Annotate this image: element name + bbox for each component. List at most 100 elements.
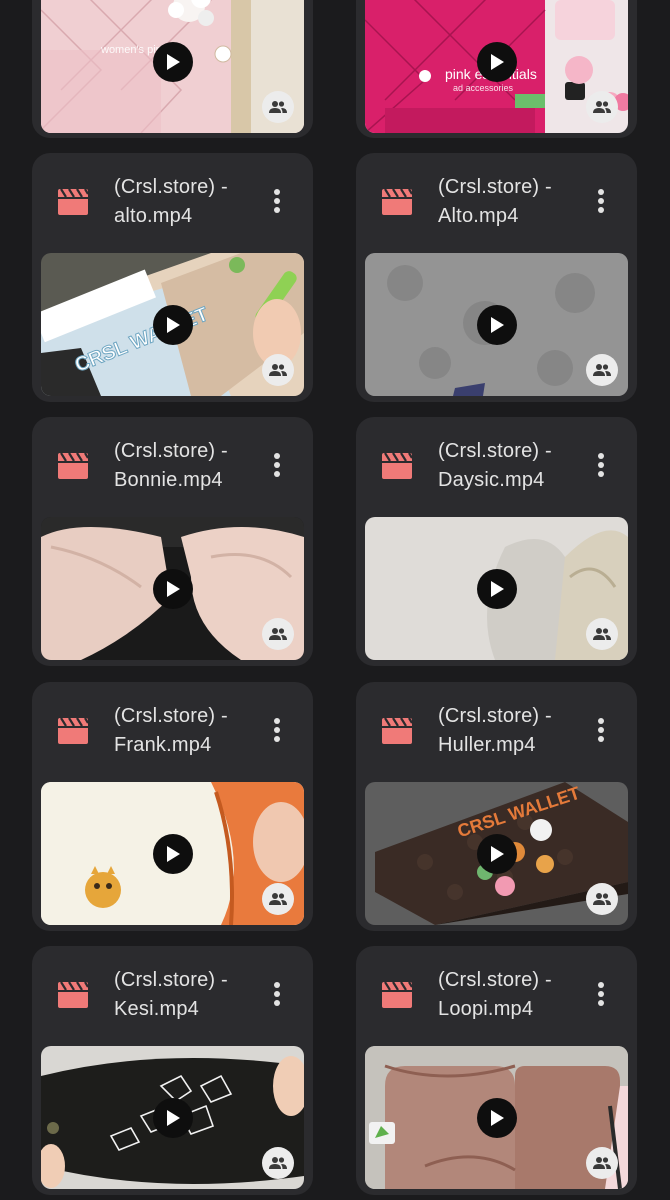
play-icon xyxy=(166,580,180,597)
more-options-button[interactable] xyxy=(259,976,295,1012)
file-card-partial-left[interactable]: women's pink · · · xyxy=(32,0,313,138)
play-icon xyxy=(490,1109,504,1126)
play-icon xyxy=(166,316,180,333)
more-options-button[interactable] xyxy=(259,183,295,219)
play-button[interactable] xyxy=(476,41,517,82)
more-vert-icon xyxy=(274,453,280,477)
more-options-button[interactable] xyxy=(583,183,619,219)
shared-people-icon xyxy=(593,628,611,640)
play-button[interactable] xyxy=(152,568,193,609)
file-card-header: (Crsl.store) - Kesi.mp4 xyxy=(32,946,313,1042)
shared-people-icon xyxy=(269,628,287,640)
file-name: (Crsl.store) - alto.mp4 xyxy=(114,176,228,227)
video-thumbnail[interactable]: CRSL WALLET xyxy=(41,253,304,396)
video-clapper-icon xyxy=(382,188,413,215)
video-clapper-icon xyxy=(58,717,89,744)
shared-people-icon xyxy=(593,101,611,113)
play-button[interactable] xyxy=(476,1097,517,1138)
play-icon xyxy=(166,845,180,862)
play-button[interactable] xyxy=(476,568,517,609)
video-thumbnail[interactable] xyxy=(41,782,304,925)
file-card-header: (Crsl.store) - Frank.mp4 xyxy=(32,682,313,778)
file-name: (Crsl.store) - Daysic.mp4 xyxy=(438,440,552,491)
play-icon xyxy=(490,316,504,333)
file-card[interactable]: (Crsl.store) - Alto.mp4 xyxy=(356,153,637,402)
video-thumbnail[interactable] xyxy=(365,253,628,396)
video-thumbnail[interactable]: CRSL WALLET xyxy=(365,782,628,925)
video-thumbnail[interactable] xyxy=(365,1046,628,1189)
more-options-button[interactable] xyxy=(259,447,295,483)
shared-people-icon xyxy=(269,1157,287,1169)
video-clapper-icon xyxy=(58,188,89,215)
video-clapper-icon xyxy=(58,981,89,1008)
more-options-button[interactable] xyxy=(259,712,295,748)
video-thumbnail[interactable] xyxy=(365,517,628,660)
shared-badge xyxy=(262,618,294,650)
more-options-button[interactable] xyxy=(583,976,619,1012)
play-button[interactable] xyxy=(476,833,517,874)
video-thumbnail[interactable] xyxy=(41,1046,304,1189)
file-card-partial-right[interactable]: pink essentials ad accessories xyxy=(356,0,637,138)
video-clapper-icon xyxy=(382,981,413,1008)
file-card[interactable]: (Crsl.store) - Kesi.mp4 xyxy=(32,946,313,1195)
file-card[interactable]: (Crsl.store) - Frank.mp4 xyxy=(32,682,313,931)
play-button[interactable] xyxy=(476,304,517,345)
shared-people-icon xyxy=(269,364,287,376)
file-card-header: (Crsl.store) - Huller.mp4 xyxy=(356,682,637,778)
more-vert-icon xyxy=(598,189,604,213)
video-clapper-icon xyxy=(382,717,413,744)
file-card[interactable]: (Crsl.store) - alto.mp4 CRSL WALLET xyxy=(32,153,313,402)
more-vert-icon xyxy=(274,718,280,742)
shared-badge xyxy=(586,618,618,650)
file-card-header: (Crsl.store) - Loopi.mp4 xyxy=(356,946,637,1042)
more-vert-icon xyxy=(598,718,604,742)
video-thumbnail[interactable]: pink essentials ad accessories xyxy=(365,0,628,133)
play-button[interactable] xyxy=(152,304,193,345)
thumbnail-subcaption: ad accessories xyxy=(453,83,514,93)
more-options-button[interactable] xyxy=(583,447,619,483)
file-name: (Crsl.store) - Bonnie.mp4 xyxy=(114,440,228,491)
file-card-header: (Crsl.store) - Alto.mp4 xyxy=(356,153,637,249)
file-card-header: (Crsl.store) - Bonnie.mp4 xyxy=(32,417,313,513)
play-button[interactable] xyxy=(152,833,193,874)
file-card-header: (Crsl.store) - Daysic.mp4 xyxy=(356,417,637,513)
more-vert-icon xyxy=(274,189,280,213)
more-vert-icon xyxy=(598,982,604,1006)
shared-badge xyxy=(586,91,618,123)
play-icon xyxy=(490,845,504,862)
play-icon xyxy=(490,580,504,597)
file-card[interactable]: (Crsl.store) - Loopi.mp4 xyxy=(356,946,637,1195)
file-name: (Crsl.store) - Alto.mp4 xyxy=(438,176,552,227)
shared-badge xyxy=(262,883,294,915)
shared-people-icon xyxy=(269,893,287,905)
play-icon xyxy=(490,53,504,70)
more-options-button[interactable] xyxy=(583,712,619,748)
video-thumbnail[interactable] xyxy=(41,517,304,660)
file-name: (Crsl.store) - Frank.mp4 xyxy=(114,705,228,756)
shared-people-icon xyxy=(593,1157,611,1169)
file-card-header: (Crsl.store) - alto.mp4 xyxy=(32,153,313,249)
shared-badge xyxy=(262,1147,294,1179)
shared-badge xyxy=(586,354,618,386)
play-icon xyxy=(166,1109,180,1126)
more-vert-icon xyxy=(274,982,280,1006)
play-button[interactable] xyxy=(152,1097,193,1138)
file-grid: women's pink · · · pink ad accessories (… xyxy=(0,0,670,1200)
play-icon xyxy=(166,53,180,70)
play-button[interactable] xyxy=(152,41,193,82)
more-vert-icon xyxy=(598,453,604,477)
video-thumbnail[interactable]: women's pink · · · xyxy=(41,0,304,133)
shared-people-icon xyxy=(593,893,611,905)
shared-badge xyxy=(586,1147,618,1179)
file-card[interactable]: (Crsl.store) - Huller.mp4 CRSL WALLET xyxy=(356,682,637,931)
shared-people-icon xyxy=(269,101,287,113)
file-name: (Crsl.store) - Huller.mp4 xyxy=(438,705,552,756)
shared-badge xyxy=(262,354,294,386)
shared-badge xyxy=(262,91,294,123)
file-card[interactable]: (Crsl.store) - Daysic.mp4 xyxy=(356,417,637,666)
shared-badge xyxy=(586,883,618,915)
file-card[interactable]: (Crsl.store) - Bonnie.mp4 xyxy=(32,417,313,666)
file-name: (Crsl.store) - Loopi.mp4 xyxy=(438,969,552,1020)
shared-people-icon xyxy=(593,364,611,376)
video-clapper-icon xyxy=(382,452,413,479)
